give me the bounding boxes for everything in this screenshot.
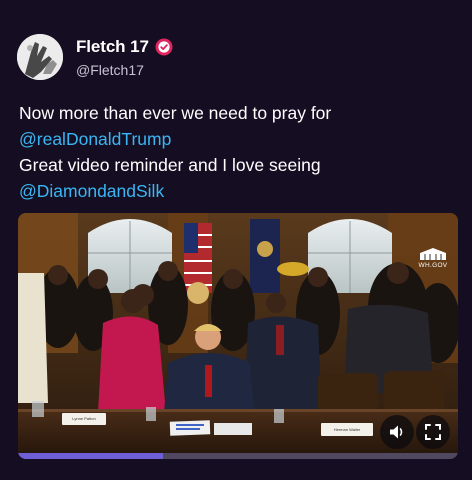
mute-button[interactable] (380, 415, 414, 449)
handle[interactable]: @Fletch17 (76, 62, 173, 78)
place-card: Lynne Patton (62, 413, 106, 425)
avatar[interactable] (17, 34, 63, 80)
verified-badge-icon (155, 38, 173, 56)
place-card-text: Lynne Patton (72, 416, 96, 421)
fullscreen-button[interactable] (416, 415, 450, 449)
video-progress-bar[interactable] (18, 453, 458, 459)
place-card-text: Herman Waller (333, 427, 361, 432)
tweet-header: Fletch 17 @Fletch17 (17, 34, 457, 80)
video-player[interactable]: Lynne Patton Herman Waller WH.GOV (18, 213, 458, 459)
place-card: Herman Waller (321, 423, 373, 436)
fullscreen-icon (425, 424, 441, 440)
tweet-line: Great video reminder and I love seeing (19, 155, 321, 175)
author-names: Fletch 17 @Fletch17 (76, 37, 173, 78)
display-name[interactable]: Fletch 17 (76, 37, 149, 57)
watermark-text: WH.GOV (418, 262, 448, 269)
video-progress-fill (18, 453, 164, 459)
tweet-line: Now more than ever we need to pray for (19, 103, 332, 123)
tweet-text: Now more than ever we need to pray for @… (19, 100, 459, 204)
watermark: WH.GOV (416, 247, 450, 269)
display-name-row: Fletch 17 (76, 37, 173, 57)
speaker-muted-icon (390, 425, 403, 439)
avatar-hands-icon (17, 34, 63, 80)
mention-link[interactable]: @DiamondandSilk (19, 178, 459, 204)
white-house-icon (420, 248, 446, 260)
mention-link[interactable]: @realDonaldTrump (19, 126, 459, 152)
